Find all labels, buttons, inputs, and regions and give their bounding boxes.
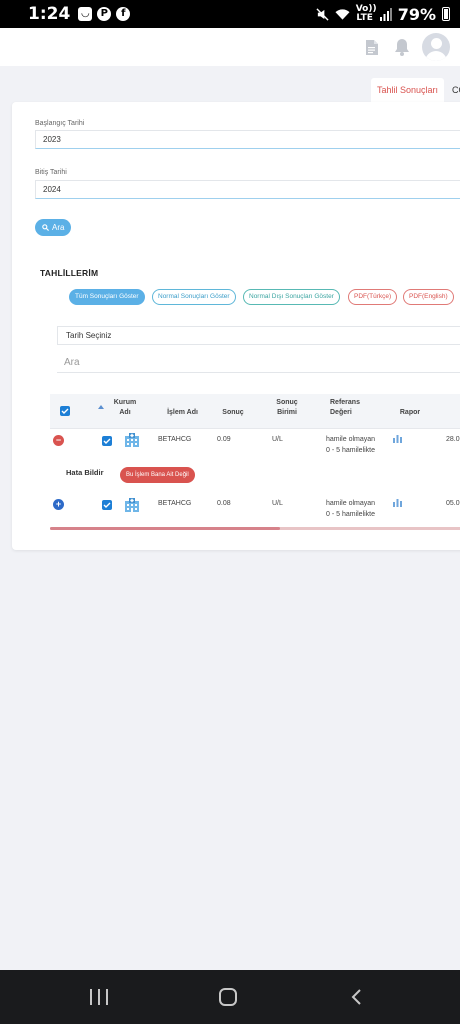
system-status: Vo)) LTE 79% xyxy=(316,5,450,24)
home-icon[interactable] xyxy=(219,988,237,1006)
report-chart-icon[interactable] xyxy=(393,499,402,507)
search-button-label: Ara xyxy=(52,223,65,232)
hospital-icon xyxy=(125,433,139,447)
table-header: Kurum Adı İşlem Adı Sonuç Sonuç Birimi R… xyxy=(50,394,460,429)
check-icon xyxy=(61,408,69,414)
start-date-field[interactable]: 2023 xyxy=(35,130,460,149)
cell-referans-line1: hamile olmayan xyxy=(326,500,376,507)
col-rapor[interactable]: Rapor xyxy=(395,408,425,418)
filter-input[interactable]: Ara xyxy=(57,353,460,373)
battery-percent: 79% xyxy=(397,4,436,24)
cell-islem: BETAHCG xyxy=(158,436,192,443)
table-row[interactable]: − BETAHCG 0.09 U/L hamile olmayan 0 - 5 … xyxy=(50,432,460,462)
filter-all-button[interactable]: Tüm Sonuçları Göster xyxy=(69,289,145,305)
cell-referans-line2: 0 - 5 hamilelikte xyxy=(326,447,376,454)
battery-icon xyxy=(442,7,450,21)
expand-row-button[interactable]: + xyxy=(53,499,64,510)
report-chart-icon[interactable] xyxy=(393,435,402,443)
app-notification-icon: ◡ xyxy=(78,7,93,21)
document-icon[interactable] xyxy=(362,37,382,57)
scrollbar-thumb[interactable] xyxy=(50,527,280,530)
cell-referans-line2: 0 - 5 hamilelikte xyxy=(326,511,376,518)
cell-tarih: 28.0 xyxy=(446,436,460,443)
tab-next[interactable]: CO xyxy=(446,78,460,102)
cell-sonuc: 0.08 xyxy=(217,500,231,507)
notification-icons: ◡ P f xyxy=(78,7,131,21)
recent-apps-icon[interactable] xyxy=(90,989,108,1005)
col-birim[interactable]: Sonuç Birimi xyxy=(272,398,302,418)
not-mine-button[interactable]: Bu İşlem Bana Ait Değil xyxy=(120,467,195,483)
search-button[interactable]: Ara xyxy=(35,219,72,236)
check-icon xyxy=(103,438,111,444)
status-time: 1:24 xyxy=(28,4,71,24)
section-title: TAHLİLLERİM xyxy=(40,268,99,278)
col-referans[interactable]: Referans Değeri xyxy=(330,398,368,418)
collapse-row-button[interactable]: − xyxy=(53,435,64,446)
search-icon xyxy=(42,224,49,231)
avatar[interactable] xyxy=(422,33,450,61)
start-date-label: Başlangıç Tarihi xyxy=(35,120,85,127)
tab-bar: Tahlil Sonuçları CO xyxy=(0,78,460,102)
pdf-english-button[interactable]: PDF(English) xyxy=(403,289,454,305)
navigation-bar xyxy=(0,970,460,1024)
status-bar: 1:24 ◡ P f Vo)) LTE 79% xyxy=(0,0,460,28)
pinterest-icon: P xyxy=(97,7,112,21)
results-card: Başlangıç Tarihi 2023 Bitiş Tarihi 2024 … xyxy=(12,102,460,550)
report-error-label: Hata Bildir xyxy=(66,468,104,477)
filter-abnormal-button[interactable]: Normal Dışı Sonuçları Göster xyxy=(243,289,340,305)
network-type-label: Vo)) LTE xyxy=(355,4,377,23)
cell-tarih: 05.0 xyxy=(446,500,460,507)
facebook-icon: f xyxy=(116,7,131,21)
filter-normal-button[interactable]: Normal Sonuçları Göster xyxy=(152,289,236,305)
cell-islem: BETAHCG xyxy=(158,500,192,507)
app-header xyxy=(0,28,460,66)
tab-tahlil-sonuclari[interactable]: Tahlil Sonuçları xyxy=(371,78,445,102)
cell-birim: U/L xyxy=(272,500,283,507)
col-sonuc[interactable]: Sonuç xyxy=(218,408,248,418)
sort-arrow-icon[interactable] xyxy=(98,405,104,409)
signal-icon xyxy=(379,7,392,21)
col-islem[interactable]: İşlem Adı xyxy=(160,408,205,418)
back-icon[interactable] xyxy=(348,988,366,1006)
select-all-checkbox[interactable] xyxy=(60,406,70,416)
check-icon xyxy=(103,502,111,508)
col-kurum[interactable]: Kurum Adı xyxy=(110,398,140,418)
end-date-label: Bitiş Tarihi xyxy=(35,169,67,176)
hospital-icon xyxy=(125,498,139,512)
cell-birim: U/L xyxy=(272,436,283,443)
table-row[interactable]: + BETAHCG 0.08 U/L hamile olmayan 0 - 5 … xyxy=(50,498,460,528)
mute-icon xyxy=(316,7,329,21)
bell-icon[interactable] xyxy=(392,37,412,57)
pdf-turkish-button[interactable]: PDF(Türkçe) xyxy=(348,289,398,305)
end-date-field[interactable]: 2024 xyxy=(35,180,460,199)
row-checkbox[interactable] xyxy=(102,500,112,510)
wifi-icon xyxy=(335,8,350,20)
date-select[interactable]: Tarih Seçiniz xyxy=(57,326,460,345)
cell-referans-line1: hamile olmayan xyxy=(326,436,376,443)
row-checkbox[interactable] xyxy=(102,436,112,446)
cell-sonuc: 0.09 xyxy=(217,436,231,443)
